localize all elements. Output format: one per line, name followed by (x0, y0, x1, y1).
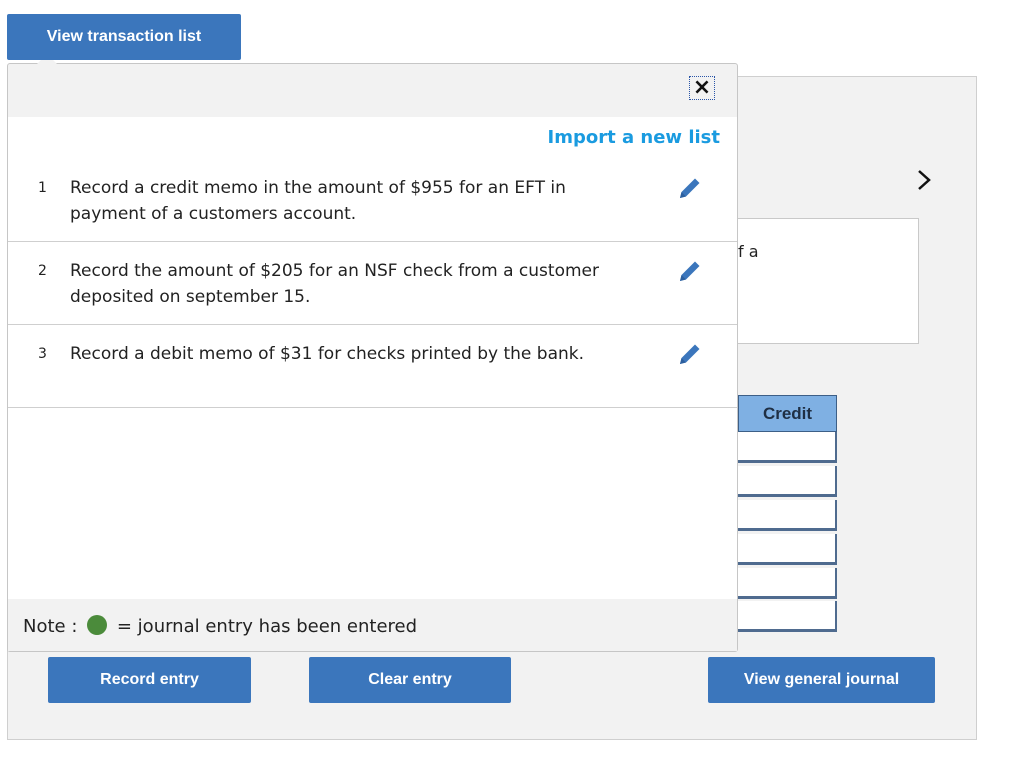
import-new-list-link[interactable]: Import a new list (548, 127, 720, 148)
transaction-description-box (735, 218, 919, 344)
view-general-journal-button[interactable]: View general journal (708, 657, 935, 703)
entered-status-dot-icon (87, 615, 108, 635)
credit-column-header: Credit (738, 395, 837, 432)
credit-cell[interactable] (738, 601, 837, 632)
pencil-icon[interactable] (677, 175, 703, 201)
note-bar: Note : = journal entry has been entered (8, 599, 737, 651)
note-suffix: = journal entry has been entered (116, 616, 418, 637)
view-transaction-list-button[interactable]: View transaction list (7, 14, 241, 60)
transaction-item[interactable]: 2 Record the amount of $205 for an NSF c… (8, 242, 737, 325)
credit-cell[interactable] (738, 534, 837, 565)
transaction-item[interactable]: 1 Record a credit memo in the amount of … (8, 165, 737, 242)
credit-cell[interactable] (738, 568, 837, 599)
credit-cell[interactable] (738, 432, 837, 463)
transaction-number: 2 (38, 263, 47, 279)
transaction-text: Record a debit memo of $31 for checks pr… (70, 344, 585, 364)
transaction-list: Import a new list 1 Record a credit memo… (8, 117, 737, 599)
note-prefix: Note : (23, 616, 78, 637)
pencil-icon[interactable] (677, 258, 703, 284)
next-chevron-icon[interactable] (913, 166, 935, 194)
credit-cell[interactable] (738, 500, 837, 531)
transaction-text: Record the amount of $205 for an NSF che… (70, 261, 599, 307)
description-fragment: f a (738, 242, 759, 261)
transaction-text: Record a credit memo in the amount of $9… (70, 178, 566, 224)
transaction-number: 3 (38, 346, 47, 362)
transaction-number: 1 (38, 180, 47, 196)
note-legend: Note : = journal entry has been entered (23, 615, 417, 637)
transaction-item[interactable]: 3 Record a debit memo of $31 for checks … (8, 325, 737, 408)
pencil-icon[interactable] (677, 341, 703, 367)
credit-cell[interactable] (738, 466, 837, 497)
close-icon[interactable]: × (689, 76, 715, 100)
clear-entry-button[interactable]: Clear entry (309, 657, 511, 703)
record-entry-button[interactable]: Record entry (48, 657, 251, 703)
